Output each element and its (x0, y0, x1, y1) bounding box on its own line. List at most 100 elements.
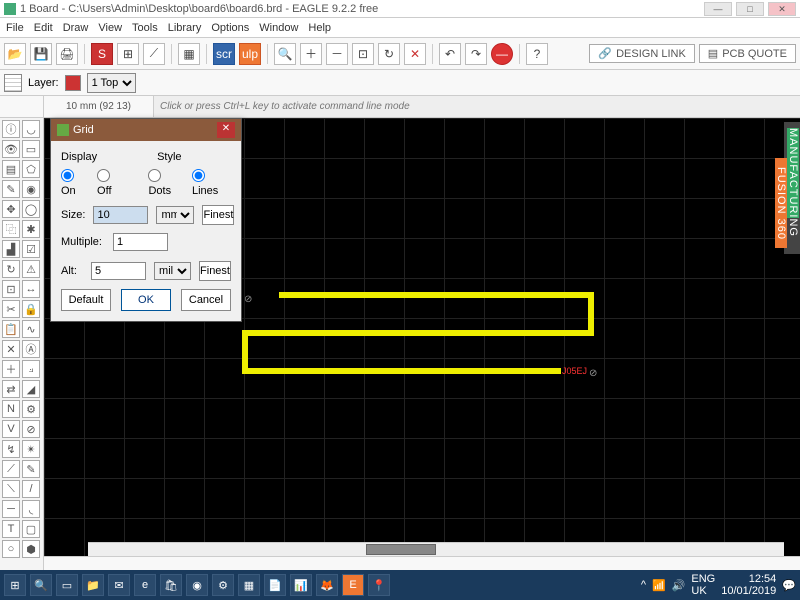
zoom-select-icon[interactable]: ⊡ (352, 43, 374, 65)
erc-icon[interactable]: ⚠ (22, 260, 40, 278)
via-icon[interactable]: ◉ (22, 180, 40, 198)
keyboard-indicator[interactable]: UK (691, 585, 715, 597)
hole-icon[interactable]: ◯ (22, 200, 40, 218)
dialog-titlebar[interactable]: Grid ✕ (51, 119, 241, 141)
minimize-button[interactable]: — (704, 2, 732, 16)
tray-up-icon[interactable]: ^ (641, 579, 646, 591)
arc-icon[interactable]: ◡ (22, 120, 40, 138)
smash-icon[interactable]: ✴ (22, 440, 40, 458)
scroll-thumb[interactable] (366, 544, 436, 555)
drc-icon[interactable]: ☑ (22, 240, 40, 258)
scr-icon[interactable]: scr (213, 43, 235, 65)
edge-icon[interactable]: e (134, 574, 156, 596)
undo-icon[interactable]: ↶ (439, 43, 461, 65)
menu-view[interactable]: View (98, 22, 122, 34)
route-icon[interactable]: ⟋ (143, 43, 165, 65)
menu-window[interactable]: Window (259, 22, 298, 34)
board-icon[interactable]: ⊞ (117, 43, 139, 65)
multiple-input[interactable] (113, 233, 168, 251)
ratsnest-icon[interactable]: ✱ (22, 220, 40, 238)
pcb-quote-button[interactable]: ▤PCB QUOTE (699, 44, 796, 63)
polygon-icon[interactable]: ⬠ (22, 160, 40, 178)
optimize-icon[interactable]: ⚙ (22, 400, 40, 418)
line-icon[interactable]: / (22, 480, 40, 498)
cancel-icon[interactable]: ✕ (404, 43, 426, 65)
miter-icon[interactable]: ◢ (22, 380, 40, 398)
chrome-icon[interactable]: ◉ (186, 574, 208, 596)
signal-icon[interactable]: ∿ (22, 320, 40, 338)
maximize-button[interactable]: □ (736, 2, 764, 16)
redo-icon[interactable]: ↷ (465, 43, 487, 65)
cancel-button[interactable]: Cancel (181, 289, 231, 311)
text-icon[interactable]: T (2, 520, 20, 538)
ripup-icon[interactable]: ⟍ (2, 480, 20, 498)
zoom-fit-icon[interactable]: 🔍 (274, 43, 296, 65)
size-input[interactable] (93, 206, 148, 224)
print-icon[interactable]: 🖨 (56, 43, 78, 65)
delete-icon[interactable]: ✕ (2, 340, 20, 358)
system-tray[interactable]: ^ 📶 🔊 ENG UK 12:54 10/01/2019 💬 (641, 573, 796, 597)
copy-icon[interactable]: ⿻ (2, 220, 20, 238)
network-icon[interactable]: 📶 (652, 579, 666, 592)
menu-draw[interactable]: Draw (63, 22, 89, 34)
menu-file[interactable]: File (6, 22, 24, 34)
app2-icon[interactable]: 📊 (290, 574, 312, 596)
notepad-icon[interactable]: 📄 (264, 574, 286, 596)
grid-icon[interactable] (4, 74, 22, 92)
poly2-icon[interactable]: ⬢ (22, 540, 40, 558)
start-button[interactable]: ⊞ (4, 574, 26, 596)
layer-color-swatch[interactable] (65, 75, 81, 91)
eagle-task-icon[interactable]: E (342, 574, 364, 596)
menu-options[interactable]: Options (211, 22, 249, 34)
paste-icon[interactable]: 📋 (2, 320, 20, 338)
show-icon[interactable]: 👁 (2, 140, 20, 158)
firefox-icon[interactable]: 🦊 (316, 574, 338, 596)
menu-edit[interactable]: Edit (34, 22, 53, 34)
display-on-option[interactable]: On (61, 169, 89, 197)
rect2-icon[interactable]: ▢ (22, 520, 40, 538)
move-icon[interactable]: ✥ (2, 200, 20, 218)
zoom-out-icon[interactable]: － (326, 43, 348, 65)
size-unit-select[interactable]: mm (156, 206, 194, 224)
clock[interactable]: 12:54 10/01/2019 (721, 573, 776, 597)
zoom-in-icon[interactable]: ＋ (300, 43, 322, 65)
value-icon[interactable]: V (2, 420, 20, 438)
display-off-option[interactable]: Off (97, 169, 125, 197)
fusion360-panel-tab[interactable]: FUSION 360 (775, 158, 787, 248)
circle-icon[interactable]: ○ (2, 540, 20, 558)
route-tool-icon[interactable]: ⟋ (2, 460, 20, 478)
mirror-icon[interactable]: ▟ (2, 240, 20, 258)
style-dots-option[interactable]: Dots (148, 169, 184, 197)
design-link-button[interactable]: 🔗DESIGN LINK (589, 44, 694, 63)
slot-icon[interactable]: ⊘ (22, 420, 40, 438)
explorer-icon[interactable]: 📁 (82, 574, 104, 596)
command-line-input[interactable] (154, 96, 800, 117)
dimension-icon[interactable]: ↔ (22, 280, 40, 298)
alt-input[interactable] (91, 262, 146, 280)
save-icon[interactable]: 💾 (30, 43, 52, 65)
app-icon[interactable]: ▦ (238, 574, 260, 596)
replace-icon[interactable]: ⇄ (2, 380, 20, 398)
manufacturing-panel-tab[interactable]: MANUFACTURING (787, 128, 799, 218)
alt-finest-button[interactable]: Finest (199, 261, 231, 281)
info-icon[interactable]: ⓘ (2, 120, 20, 138)
cut-icon[interactable]: ✂ (2, 300, 20, 318)
add-icon[interactable]: ＋ (2, 360, 20, 378)
group-icon[interactable]: ⊡ (2, 280, 20, 298)
redraw-icon[interactable]: ↻ (378, 43, 400, 65)
close-button[interactable]: ✕ (768, 2, 796, 16)
mail-icon[interactable]: ✉ (108, 574, 130, 596)
settings-icon[interactable]: ⚙ (212, 574, 234, 596)
menu-help[interactable]: Help (308, 22, 331, 34)
name-icon[interactable]: N (2, 400, 20, 418)
meander-icon[interactable]: ⟓ (22, 360, 40, 378)
ok-button[interactable]: OK (121, 289, 171, 311)
sch-icon[interactable]: S (91, 43, 113, 65)
help-icon[interactable]: ? (526, 43, 548, 65)
volume-icon[interactable]: 🔊 (672, 579, 686, 592)
size-finest-button[interactable]: Finest (202, 205, 234, 225)
search-icon[interactable]: 🔍 (30, 574, 52, 596)
layer-icon[interactable]: ▤ (2, 160, 20, 178)
split-icon[interactable]: ↯ (2, 440, 20, 458)
language-indicator[interactable]: ENG (691, 573, 715, 585)
